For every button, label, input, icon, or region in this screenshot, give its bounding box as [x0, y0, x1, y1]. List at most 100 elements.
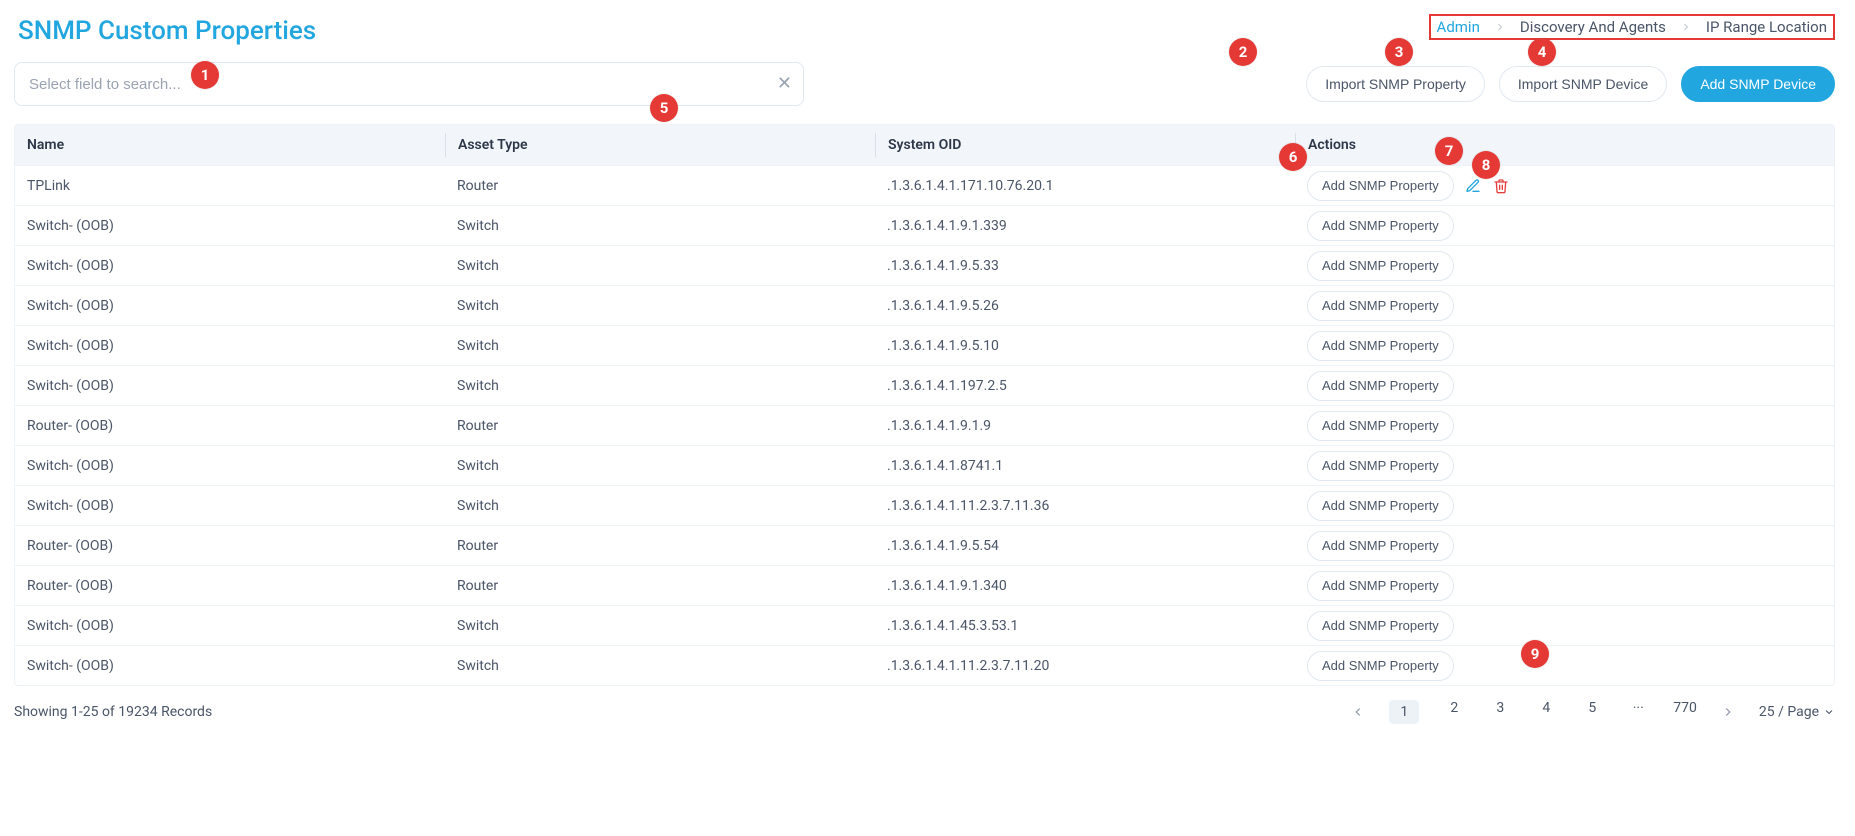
cell-asset-type: Router	[445, 538, 875, 554]
cell-actions: Add SNMP Property	[1295, 491, 1834, 521]
add-snmp-property-button[interactable]: Add SNMP Property	[1307, 451, 1454, 481]
cell-asset-type: Switch	[445, 258, 875, 274]
col-header-actions: Actions	[1295, 133, 1834, 157]
add-snmp-property-button[interactable]: Add SNMP Property	[1307, 251, 1454, 281]
add-snmp-property-button[interactable]: Add SNMP Property	[1307, 371, 1454, 401]
table-row: Switch- (OOB)Switch.1.3.6.1.4.1.45.3.53.…	[15, 605, 1834, 645]
add-snmp-property-button[interactable]: Add SNMP Property	[1307, 291, 1454, 321]
cell-name: TPLink	[15, 178, 445, 194]
cell-actions: Add SNMP Property	[1295, 251, 1834, 281]
next-page-icon[interactable]	[1721, 705, 1735, 719]
cell-name: Switch- (OOB)	[15, 458, 445, 474]
cell-system-oid: .1.3.6.1.4.1.9.5.10	[875, 338, 1295, 354]
page-number[interactable]: 1	[1389, 700, 1419, 724]
add-snmp-property-button[interactable]: Add SNMP Property	[1307, 211, 1454, 241]
cell-name: Router- (OOB)	[15, 538, 445, 554]
search-input[interactable]	[14, 62, 804, 106]
cell-asset-type: Switch	[445, 498, 875, 514]
cell-actions: Add SNMP Property	[1295, 211, 1834, 241]
add-snmp-property-button[interactable]: Add SNMP Property	[1307, 491, 1454, 521]
page-number[interactable]: 4	[1535, 700, 1557, 724]
table-header: Name Asset Type System OID Actions	[15, 125, 1834, 165]
add-snmp-property-button[interactable]: Add SNMP Property	[1307, 411, 1454, 441]
table-row: Switch- (OOB)Switch.1.3.6.1.4.1.9.1.339A…	[15, 205, 1834, 245]
search-field-wrap: ✕	[14, 62, 804, 106]
cell-name: Switch- (OOB)	[15, 338, 445, 354]
cell-actions: Add SNMP Property	[1295, 571, 1834, 601]
table-row: Router- (OOB)Router.1.3.6.1.4.1.9.5.54 Ad…	[15, 525, 1834, 565]
page-size-select[interactable]: 25 / Page	[1759, 704, 1835, 720]
breadcrumb-item[interactable]: Admin	[1437, 18, 1480, 36]
chevron-down-icon	[1823, 706, 1835, 718]
cell-system-oid: .1.3.6.1.4.1.9.1.340	[875, 578, 1295, 594]
add-snmp-property-button[interactable]: Add SNMP Property	[1307, 611, 1454, 641]
cell-system-oid: .1.3.6.1.4.1.9.1.9	[875, 418, 1295, 434]
cell-actions: Add SNMP Property	[1295, 651, 1834, 681]
add-snmp-property-button[interactable]: Add SNMP Property	[1307, 651, 1454, 681]
cell-actions: Add SNMP Property	[1295, 611, 1834, 641]
cell-actions: Add SNMP Property	[1295, 531, 1834, 561]
breadcrumb-item[interactable]: Discovery And Agents	[1520, 18, 1666, 36]
table-row: Switch- (OOB)Switch.1.3.6.1.4.1.9.5.26 Ad…	[15, 285, 1834, 325]
cell-system-oid: .1.3.6.1.4.1.8741.1	[875, 458, 1295, 474]
prev-page-icon[interactable]	[1351, 705, 1365, 719]
cell-name: Switch- (OOB)	[15, 298, 445, 314]
add-snmp-property-button[interactable]: Add SNMP Property	[1307, 571, 1454, 601]
pagination: 12345···770 25 / Page	[1351, 700, 1835, 724]
col-header-name[interactable]: Name	[15, 137, 445, 153]
cell-actions: Add SNMP Property	[1295, 171, 1834, 201]
cell-system-oid: .1.3.6.1.4.1.45.3.53.1	[875, 618, 1295, 634]
cell-name: Router- (OOB)	[15, 578, 445, 594]
delete-icon[interactable]	[1492, 177, 1510, 195]
page-number[interactable]: 5	[1581, 700, 1603, 724]
page-number[interactable]: 770	[1673, 700, 1697, 724]
clear-search-icon[interactable]: ✕	[777, 75, 792, 93]
cell-system-oid: .1.3.6.1.4.1.197.2.5	[875, 378, 1295, 394]
cell-actions: Add SNMP Property	[1295, 291, 1834, 321]
add-snmp-property-button[interactable]: Add SNMP Property	[1307, 331, 1454, 361]
record-summary: Showing 1-25 of 19234 Records	[14, 704, 212, 720]
cell-system-oid: .1.3.6.1.4.1.9.5.33	[875, 258, 1295, 274]
breadcrumb: Admin Discovery And Agents IP Range Locati…	[1429, 14, 1835, 40]
page-number[interactable]: 3	[1489, 700, 1511, 724]
edit-icon[interactable]	[1464, 177, 1482, 195]
cell-name: Switch- (OOB)	[15, 218, 445, 234]
table-row: Switch- (OOB)Switch.1.3.6.1.4.1.9.5.33 Ad…	[15, 245, 1834, 285]
chevron-right-icon	[1494, 21, 1506, 33]
add-snmp-property-button[interactable]: Add SNMP Property	[1307, 171, 1454, 201]
cell-name: Switch- (OOB)	[15, 618, 445, 634]
cell-system-oid: .1.3.6.1.4.1.11.2.3.7.11.36	[875, 498, 1295, 514]
table-row: Router- (OOB)Router.1.3.6.1.4.1.9.1.9Add…	[15, 405, 1834, 445]
cell-asset-type: Switch	[445, 458, 875, 474]
cell-system-oid: .1.3.6.1.4.1.171.10.76.20.1	[875, 178, 1295, 194]
add-snmp-device-button[interactable]: Add SNMP Device	[1681, 66, 1835, 102]
cell-actions: Add SNMP Property	[1295, 331, 1834, 361]
table-row: Switch- (OOB)Switch.1.3.6.1.4.1.197.2.5A…	[15, 365, 1834, 405]
page-number[interactable]: 2	[1443, 700, 1465, 724]
cell-asset-type: Switch	[445, 658, 875, 674]
cell-actions: Add SNMP Property	[1295, 371, 1834, 401]
table-row: TPLinkRouter.1.3.6.1.4.1.171.10.76.20.1 A…	[15, 165, 1834, 205]
table-footer: Showing 1-25 of 19234 Records 12345···77…	[14, 700, 1835, 724]
table-row: Switch- (OOB)Switch.1.3.6.1.4.1.8741.1 Ad…	[15, 445, 1834, 485]
col-header-asset-type[interactable]: Asset Type	[445, 133, 875, 157]
cell-asset-type: Router	[445, 178, 875, 194]
col-header-system-oid[interactable]: System OID	[875, 133, 1295, 157]
cell-asset-type: Switch	[445, 338, 875, 354]
cell-asset-type: Switch	[445, 298, 875, 314]
cell-actions: Add SNMP Property	[1295, 451, 1834, 481]
cell-system-oid: .1.3.6.1.4.1.9.5.26	[875, 298, 1295, 314]
cell-system-oid: .1.3.6.1.4.1.9.5.54	[875, 538, 1295, 554]
snmp-table: Name Asset Type System OID Actions TPLin…	[14, 124, 1835, 686]
cell-actions: Add SNMP Property	[1295, 411, 1834, 441]
cell-system-oid: .1.3.6.1.4.1.11.2.3.7.11.20	[875, 658, 1295, 674]
import-snmp-property-button[interactable]: Import SNMP Property	[1306, 66, 1485, 102]
add-snmp-property-button[interactable]: Add SNMP Property	[1307, 531, 1454, 561]
breadcrumb-item[interactable]: IP Range Location	[1706, 18, 1827, 36]
chevron-right-icon	[1680, 21, 1692, 33]
cell-name: Switch- (OOB)	[15, 378, 445, 394]
cell-name: Switch- (OOB)	[15, 258, 445, 274]
cell-name: Switch- (OOB)	[15, 498, 445, 514]
cell-name: Switch- (OOB)	[15, 658, 445, 674]
import-snmp-device-button[interactable]: Import SNMP Device	[1499, 66, 1667, 102]
